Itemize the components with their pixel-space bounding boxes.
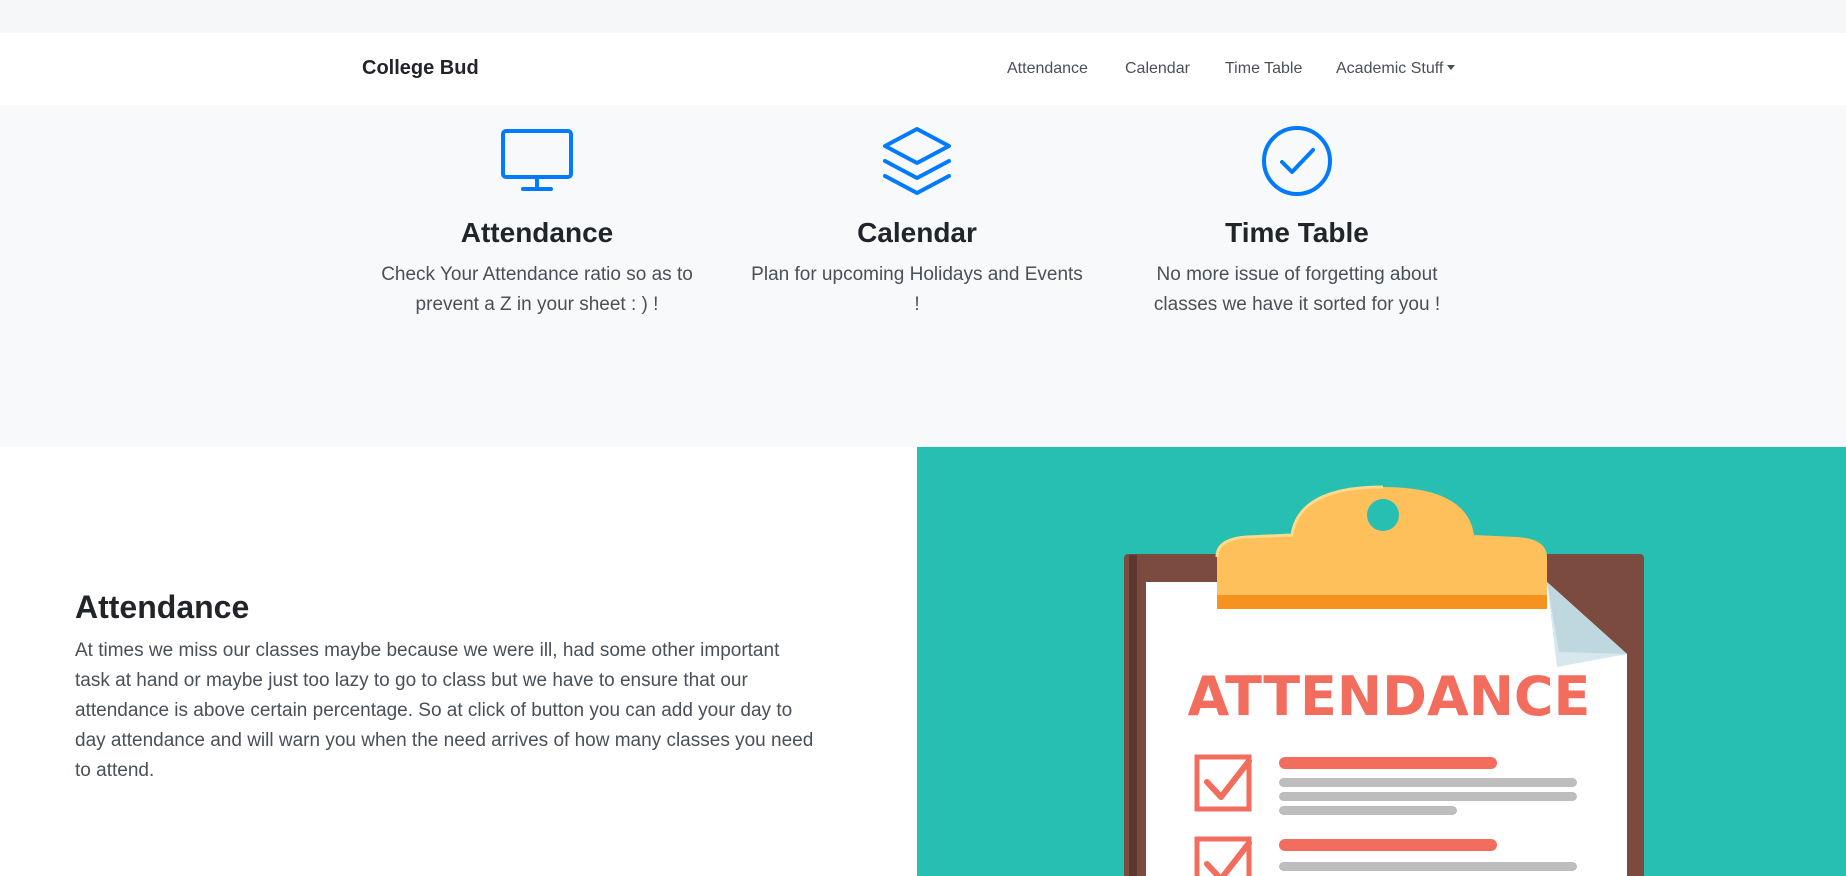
feature-text: No more issue of forgetting about classe… — [1153, 264, 1441, 315]
brand-link[interactable]: College Bud — [362, 57, 479, 80]
attendance-clipboard-image: ATTENDANCE — [917, 447, 1846, 876]
nav-link-time-table[interactable]: Time Table — [1225, 60, 1302, 78]
check-circle-icon — [1262, 126, 1332, 196]
clipboard-heading: ATTENDANCE — [1188, 665, 1591, 728]
showcase-text: Attendance At times we miss our classes … — [75, 589, 815, 786]
nav-link-attendance[interactable]: Attendance — [1007, 60, 1088, 78]
monitor-icon — [501, 129, 573, 191]
nav-dropdown-label: Academic Stuff — [1336, 60, 1444, 77]
nav-link-calendar[interactable]: Calendar — [1125, 60, 1190, 78]
feature-title: Time Table — [1225, 217, 1369, 248]
top-strip — [0, 0, 1846, 33]
clip-hole — [1367, 499, 1399, 531]
showcase-description: At times we miss our classes maybe becau… — [75, 640, 814, 781]
navbar: College Bud Attendance Calendar Time Tab… — [0, 33, 1846, 105]
layers-icon — [883, 127, 951, 195]
feature-title: Calendar — [857, 217, 977, 248]
nav-dropdown-academic-stuff[interactable]: Academic Stuff — [1336, 60, 1455, 78]
features-section: Attendance Check Your Attendance ratio s… — [0, 105, 1846, 447]
clipboard-illustration: ATTENDANCE — [1124, 485, 1644, 876]
feature-text: Check Your Attendance ratio so as to pre… — [381, 264, 693, 315]
feature-text: Plan for upcoming Holidays and Events ! — [751, 264, 1083, 315]
attendance-showcase: Attendance At times we miss our classes … — [0, 447, 1846, 876]
showcase-title: Attendance — [75, 589, 250, 625]
feature-title: Attendance — [460, 217, 614, 248]
